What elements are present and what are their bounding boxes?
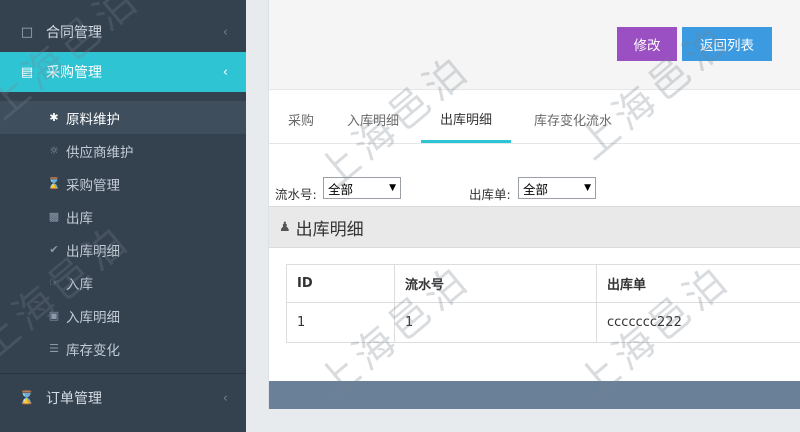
document-icon: □ (20, 24, 34, 40)
tab-inbound-detail[interactable]: 入库明细 (339, 96, 407, 143)
sidebar-item-label: 入库明细 (66, 309, 120, 326)
column-header-serial: 流水号 (394, 264, 597, 303)
cart-icon: ⌛ (47, 177, 61, 190)
sidebar-item-purchase[interactable]: ⌛ 采购管理 (0, 167, 246, 200)
outbound-select-value: 全部 (523, 181, 549, 197)
sidebar-item-outbound-detail[interactable]: ✔ 出库明细 (0, 233, 246, 266)
column-header-outbound: 出库单 (596, 264, 800, 303)
sidebar-item-label: 出库 (66, 210, 93, 227)
bottom-strip (246, 409, 800, 432)
sidebar-item-label: 供应商维护 (66, 144, 134, 161)
user-icon: ♟ (279, 219, 291, 235)
menu-label: 采购管理 (46, 65, 102, 81)
tab-stock-change-log[interactable]: 库存变化流水 (525, 96, 621, 143)
menu-order-management[interactable]: ⌛ 订单管理 ‹ (0, 378, 246, 418)
toolbar: 修改 返回列表 (269, 0, 800, 90)
window-icon: ▤ (20, 64, 34, 80)
section-header: ♟ 出库明细 (269, 206, 800, 248)
section-title: 出库明细 (295, 219, 364, 240)
sidebar-item-stock-change[interactable]: ☰ 库存变化 (0, 332, 246, 365)
sidebar-item-label: 入库 (66, 276, 93, 293)
outbound-select[interactable]: 全部 ▼ (518, 177, 596, 199)
sidebar-item-outbound[interactable]: ▩ 出库 (0, 200, 246, 233)
tab-purchase[interactable]: 采购 (279, 96, 323, 143)
cart-icon: ⌛ (18, 390, 36, 406)
edit-button[interactable]: 修改 (617, 27, 677, 61)
table-header-row: ID 流水号 出库单 (286, 264, 800, 303)
tab-outbound-detail[interactable]: 出库明细 (421, 96, 511, 143)
sidebar-item-inbound[interactable]: ☞ 入库 (0, 266, 246, 299)
serial-filter-label: 流水号: (275, 187, 317, 202)
outbound-filter-label: 出库单: (469, 187, 511, 202)
back-to-list-button[interactable]: 返回列表 (682, 27, 772, 61)
panel-footer (269, 381, 800, 409)
caret-down-icon: ▼ (584, 183, 591, 193)
sidebar: □ 合同管理 ‹ ▤ 采购管理 ‹ ✱ 原料维护 ☼ 供应商维护 ⌛ 采购管理 … (0, 0, 246, 432)
main-area: 修改 返回列表 采购 入库明细 出库明细 库存变化流水 流水号: 全部 ▼ 出库… (246, 0, 800, 432)
check-circle-icon: ✔ (49, 243, 59, 256)
serial-select-value: 全部 (328, 181, 354, 197)
sidebar-item-label: 出库明细 (66, 243, 120, 260)
menu-label: 合同管理 (46, 25, 102, 41)
sidebar-item-label: 库存变化 (66, 342, 120, 359)
devices-icon: ▣ (48, 309, 60, 322)
sidebar-item-label: 采购管理 (66, 177, 120, 194)
menu-label: 订单管理 (46, 391, 102, 407)
sidebar-item-label: 原料维护 (66, 111, 120, 128)
database-icon: ☰ (49, 342, 59, 355)
asterisk-icon: ✱ (49, 111, 59, 124)
tab-bar: 采购 入库明细 出库明细 库存变化流水 (269, 96, 800, 144)
sidebar-item-inbound-detail[interactable]: ▣ 入库明细 (0, 299, 246, 332)
sidebar-item-material[interactable]: ✱ 原料维护 (0, 101, 246, 134)
chevron-left-icon: ‹ (222, 64, 228, 80)
chevron-left-icon: ‹ (222, 390, 228, 406)
table-row[interactable]: 1 1 ccccccc222 (286, 302, 800, 343)
sidebar-divider (0, 373, 246, 374)
caret-down-icon: ▼ (389, 183, 396, 193)
outbound-detail-table: ID 流水号 出库单 1 1 ccccccc222 (286, 264, 800, 343)
content-panel: 修改 返回列表 采购 入库明细 出库明细 库存变化流水 流水号: 全部 ▼ 出库… (268, 0, 800, 409)
menu-contract-management[interactable]: □ 合同管理 ‹ (0, 12, 246, 52)
truck-icon: ▩ (48, 210, 60, 223)
cell-outbound: ccccccc222 (596, 302, 800, 343)
cell-serial: 1 (394, 302, 597, 343)
filter-bar: 流水号: 全部 ▼ 出库单: 全部 ▼ (269, 170, 800, 206)
binoculars-icon: ☼ (49, 144, 59, 157)
column-header-id: ID (286, 264, 395, 303)
sidebar-item-supplier[interactable]: ☼ 供应商维护 (0, 134, 246, 167)
hand-icon: ☞ (49, 276, 59, 289)
menu-purchase-management[interactable]: ▤ 采购管理 ‹ (0, 52, 246, 92)
chevron-left-icon: ‹ (222, 24, 228, 40)
cell-id: 1 (286, 302, 395, 343)
serial-select[interactable]: 全部 ▼ (323, 177, 401, 199)
